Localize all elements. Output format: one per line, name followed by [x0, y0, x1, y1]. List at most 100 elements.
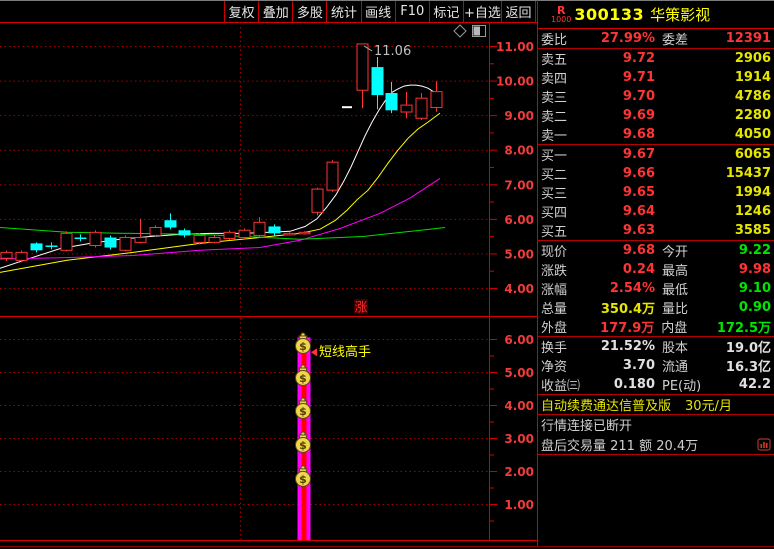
field-value: 9.10 — [738, 281, 771, 296]
candles — [0, 43, 443, 263]
main-axis-label: 4.00 — [504, 282, 534, 296]
candle-up — [400, 104, 413, 113]
menu-item-statistics[interactable]: 统计 — [326, 1, 360, 22]
stock-code: 300133 — [574, 5, 645, 24]
connection-status: 行情连接已断开 — [541, 419, 633, 434]
bid-row[interactable]: 买二 9.66 15437 — [538, 164, 774, 183]
level-price: 9.72 — [622, 51, 655, 66]
candle-up — [283, 232, 296, 236]
gridlines: 11.00 10.00 9.00 8.00 7.00 6.00 5.00 4.00 6.00 5.… — [0, 27, 534, 539]
bid-row[interactable]: 买五 9.63 3585 — [538, 221, 774, 240]
financial-row[interactable]: 净资 3.70 流通 16.3亿 — [538, 356, 774, 375]
field-label: 内盘 — [661, 321, 688, 336]
bid-row[interactable]: 买三 9.65 1994 — [538, 183, 774, 202]
indicator-axis-label: 1.00 — [504, 498, 534, 512]
subscription-notice[interactable]: 自动续费通达信普及版 30元/月 — [538, 395, 774, 414]
svg-text:$: $ — [299, 473, 307, 486]
volume-chart-icon[interactable] — [757, 438, 771, 451]
field-value: 42.2 — [738, 377, 771, 392]
candle-up — [415, 97, 428, 119]
candle-up — [298, 231, 311, 235]
snapshot-row[interactable]: 外盘 177.9万 内盘 172.5万 — [538, 317, 774, 336]
level-label: 卖一 — [541, 129, 568, 144]
candle-down — [104, 237, 117, 248]
candle-up — [89, 231, 102, 246]
field-value: 19.0亿 — [725, 341, 771, 356]
ask-row[interactable]: 卖一 9.68 4050 — [538, 125, 774, 144]
panel-borders — [0, 23, 537, 541]
trading-terminal-window: { "palette":{"red":"#ff3434","green":"#0… — [0, 0, 774, 549]
field-label: 现价 — [541, 245, 568, 260]
menu-item-multi-stock[interactable]: 多股 — [292, 1, 326, 22]
snapshot-row[interactable]: 涨跌 0.24 最高 9.98 — [538, 260, 774, 279]
candle-up — [223, 231, 236, 240]
bottom-border — [0, 546, 774, 547]
diamond-icon[interactable] — [453, 24, 467, 38]
field-label: 涨幅 — [541, 283, 568, 298]
quote-header[interactable]: R 1000 300133 华策影视 — [538, 1, 774, 29]
snapshot-row[interactable]: 总量 350.4万 量比 0.90 — [538, 298, 774, 317]
level-volume: 1246 — [734, 204, 771, 219]
indicator-axis-label: 4.00 — [504, 399, 534, 413]
ask-row[interactable]: 卖二 9.69 2280 — [538, 106, 774, 125]
snapshot-row[interactable]: 现价 9.68 今开 9.22 — [538, 241, 774, 260]
level-volume: 2906 — [734, 51, 771, 66]
field-label: 外盘 — [541, 321, 568, 336]
after-hours-text: 盘后交易量 211 额 20.4万 — [541, 438, 699, 454]
menu-item-add-watchlist[interactable]: +自选 — [462, 1, 501, 22]
main-axis-label: 5.00 — [504, 247, 534, 261]
candle-down — [30, 243, 43, 251]
menu-item-adjust[interactable]: 复权 — [224, 1, 258, 22]
main-axis-label: 7.00 — [504, 178, 534, 192]
indicator-axis-label: 2.00 — [504, 465, 534, 479]
menu: 复权 叠加 多股 统计 画线 F10 标记 +自选 返回 — [224, 1, 537, 22]
field-value: 27.99% — [600, 31, 655, 46]
candle-up — [326, 161, 339, 191]
financial-row[interactable]: 收益㈢ 0.180 PE(动) 42.2 — [538, 375, 774, 394]
menu-item-f10[interactable]: F10 — [394, 1, 429, 22]
candle-up — [60, 232, 73, 251]
level-volume: 1994 — [734, 185, 771, 200]
candle-up — [193, 234, 206, 243]
quote-rows: 委比 27.99% 委差 12391 卖五 9.72 2906 卖四 9.71 1914 卖三 9.7… — [538, 29, 774, 455]
level-price: 9.70 — [622, 89, 655, 104]
menu-item-back[interactable]: 返回 — [500, 1, 537, 22]
signal-arrow-icon — [311, 348, 317, 357]
stock-chart-canvas[interactable]: 11.00 10.00 9.00 8.00 7.00 6.00 5.00 4.00 6.00 5.… — [0, 23, 538, 542]
weibi-row[interactable]: 委比 27.99% 委差 12391 — [538, 29, 774, 48]
notice-price: 30元/月 — [685, 399, 732, 414]
ask-row[interactable]: 卖五 9.72 2906 — [538, 49, 774, 68]
field-value: 172.5万 — [716, 321, 771, 336]
level-price: 9.65 — [622, 185, 655, 200]
snapshot-row[interactable]: 涨幅 2.54% 最低 9.10 — [538, 279, 774, 298]
indicator-name[interactable]: 短线高手 — [319, 344, 371, 360]
level-volume: 3585 — [734, 223, 771, 238]
indicator-axis-label: 6.00 — [504, 333, 534, 347]
menu-item-overlay[interactable]: 叠加 — [258, 1, 292, 22]
field-label: 量比 — [662, 302, 689, 317]
candle-up — [149, 226, 162, 236]
field-value: 350.4万 — [600, 302, 655, 317]
level-volume: 2280 — [734, 108, 771, 123]
level-label: 买三 — [541, 187, 568, 202]
asks-block: 卖五 9.72 2906 卖四 9.71 1914 卖三 9.70 4786 卖二 9.69 2280… — [538, 49, 774, 145]
indicator-axis-label: 3.00 — [504, 432, 534, 446]
candle-up — [238, 229, 251, 239]
candle-up — [208, 237, 221, 243]
svg-text:$: $ — [299, 340, 307, 353]
main-axis-label: 11.00 — [496, 40, 534, 54]
level-price: 9.68 — [622, 127, 655, 142]
bid-row[interactable]: 买一 9.67 6065 — [538, 145, 774, 164]
financial-row[interactable]: 换手 21.52% 股本 19.0亿 — [538, 337, 774, 356]
candle-down — [385, 93, 398, 111]
bids-block: 买一 9.67 6065 买二 9.66 15437 买三 9.65 1994 买四 9.64 124… — [538, 145, 774, 241]
menu-item-draw-line[interactable]: 画线 — [360, 1, 395, 22]
level-label: 卖二 — [541, 110, 568, 125]
ask-row[interactable]: 卖四 9.71 1914 — [538, 68, 774, 87]
bid-row[interactable]: 买四 9.64 1246 — [538, 202, 774, 221]
ask-row[interactable]: 卖三 9.70 4786 — [538, 87, 774, 106]
field-label: 流通 — [662, 360, 689, 375]
menu-item-mark[interactable]: 标记 — [428, 1, 463, 22]
level-price: 9.69 — [622, 108, 655, 123]
r1000-badge-label: 1000 — [551, 15, 572, 24]
